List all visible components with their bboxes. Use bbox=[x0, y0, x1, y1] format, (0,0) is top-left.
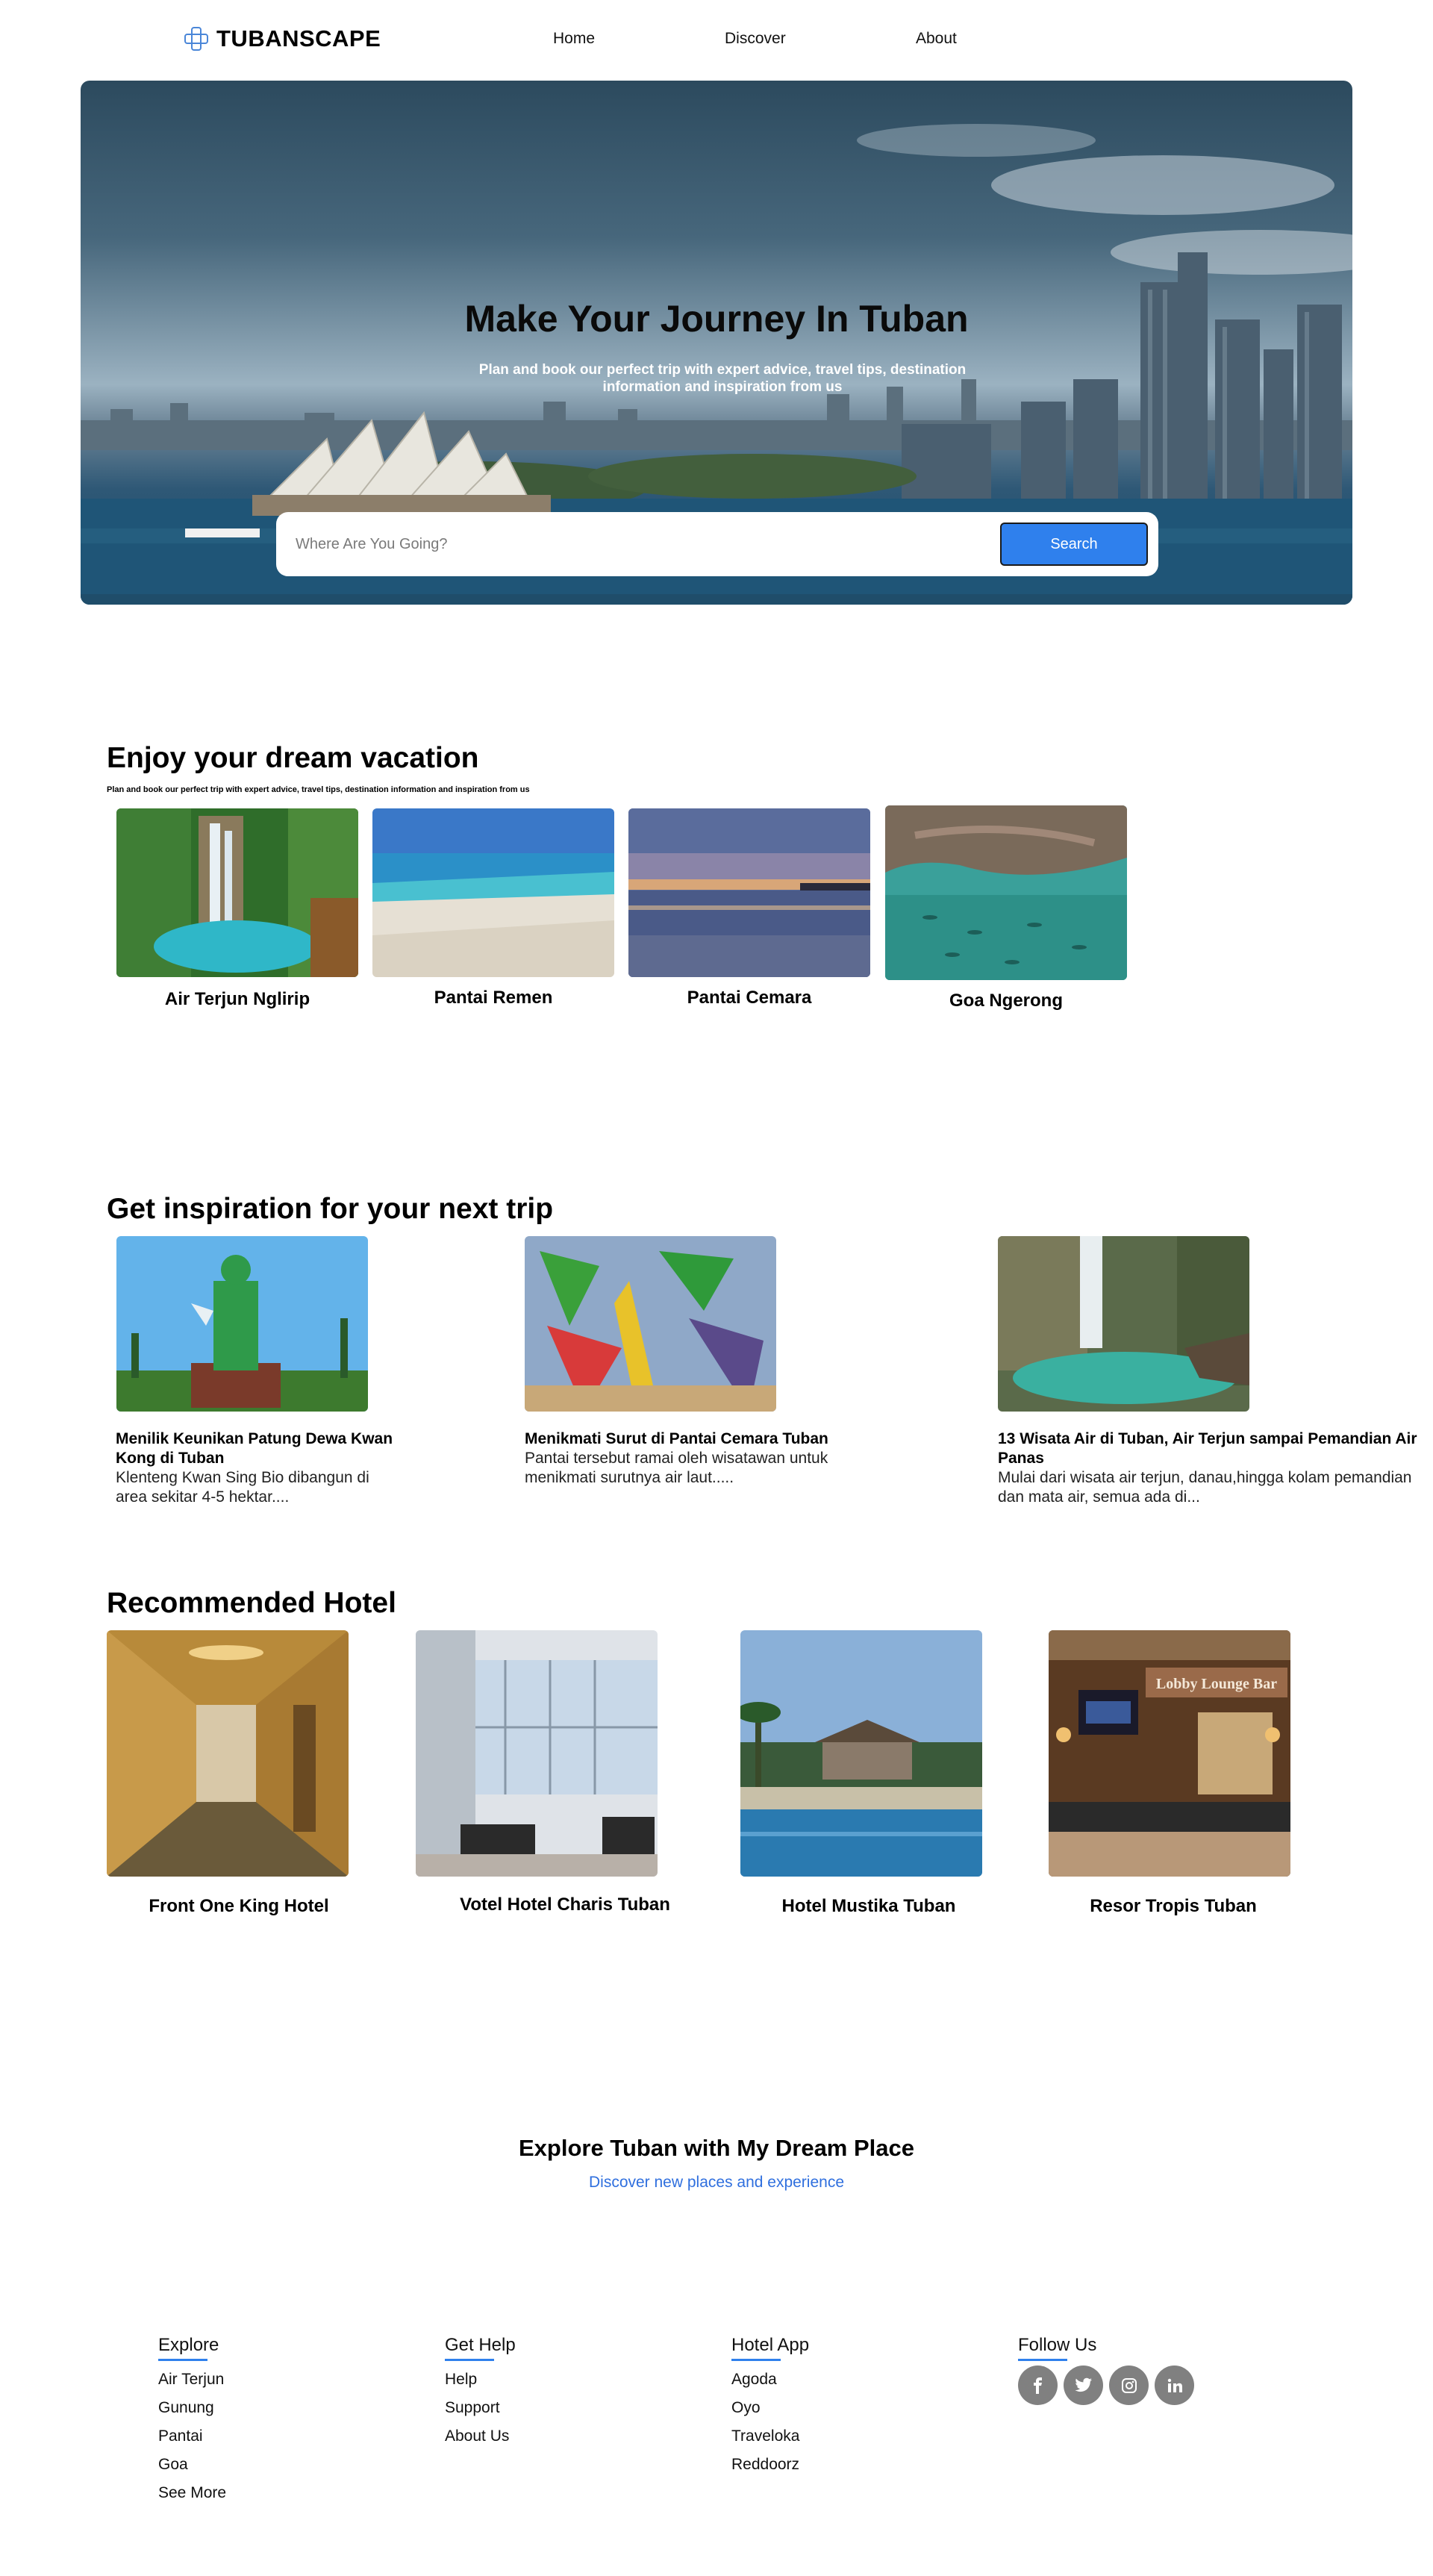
vacation-subtitle: Plan and book our perfect trip with expe… bbox=[107, 785, 530, 794]
waterfall-image bbox=[116, 808, 358, 977]
footer-link[interactable]: Traveloka bbox=[731, 2422, 809, 2451]
hotel-image-tropis[interactable]: Lobby Lounge Bar bbox=[1049, 1630, 1290, 1877]
vacation-title: Enjoy your dream vacation bbox=[107, 742, 479, 774]
hotel-corridor-image bbox=[107, 1630, 349, 1877]
footer-heading-underline bbox=[445, 2359, 494, 2361]
footer-heading-underline bbox=[731, 2359, 781, 2361]
hotel-name: Votel Hotel Charis Tuban bbox=[460, 1894, 670, 1915]
place-image-ngerong[interactable] bbox=[885, 805, 1127, 980]
place-name: Pantai Remen bbox=[434, 988, 553, 1008]
place-name: Air Terjun Nglirip bbox=[164, 989, 310, 1009]
top-nav: TUBANSCAPE Home Discover About bbox=[0, 0, 1433, 78]
footer-heading: Get Help bbox=[445, 2335, 516, 2355]
brand-name: TUBANSCAPE bbox=[216, 25, 381, 52]
article-excerpt: Klenteng Kwan Sing Bio dibangun di area … bbox=[116, 1469, 369, 1506]
hotel-name: Front One King Hotel bbox=[149, 1896, 329, 1916]
brand-icon bbox=[184, 27, 208, 51]
hotel-name: Hotel Mustika Tuban bbox=[781, 1896, 956, 1916]
twitter-icon[interactable] bbox=[1064, 2366, 1103, 2405]
facebook-icon[interactable] bbox=[1018, 2366, 1058, 2405]
explore-title: Explore Tuban with My Dream Place bbox=[518, 2135, 914, 2161]
footer-link[interactable]: Oyo bbox=[731, 2394, 809, 2422]
footer-heading: Follow Us bbox=[1018, 2335, 1097, 2355]
place-image-cemara[interactable] bbox=[628, 808, 870, 977]
footer-heading: Hotel App bbox=[731, 2335, 810, 2355]
article-excerpt: Mulai dari wisata air terjun, danau,hing… bbox=[998, 1469, 1412, 1506]
search-input[interactable] bbox=[296, 527, 952, 561]
sunset-beach-image bbox=[628, 808, 870, 977]
article-title[interactable]: Menikmati Surut di Pantai Cemara Tuban bbox=[525, 1429, 868, 1449]
lobby-bar-image: Lobby Lounge Bar bbox=[1049, 1630, 1290, 1877]
hotel-image-mustika[interactable] bbox=[740, 1630, 982, 1877]
article-title[interactable]: Menilik Keunikan Patung Dewa Kwan Kong d… bbox=[116, 1429, 414, 1468]
hero-title: Make Your Journey In Tuban bbox=[464, 298, 969, 340]
linkedin-icon[interactable] bbox=[1155, 2366, 1194, 2405]
search-bar: Search bbox=[276, 512, 1158, 576]
footer-follow-column: Follow Us bbox=[1018, 2335, 1194, 2405]
footer-link[interactable]: Support bbox=[445, 2394, 516, 2422]
hotel-image-front-one[interactable] bbox=[107, 1630, 349, 1877]
search-button[interactable]: Search bbox=[1000, 523, 1148, 566]
hotel-pool-image bbox=[740, 1630, 982, 1877]
place-image-nglirip[interactable] bbox=[116, 808, 358, 977]
footer-link[interactable]: Gunung bbox=[158, 2394, 226, 2422]
bar-sign-text: Lobby Lounge Bar bbox=[1156, 1676, 1277, 1692]
footer-link[interactable]: About Us bbox=[445, 2422, 516, 2451]
cave-lake-image bbox=[885, 805, 1127, 980]
footer-help-column: Get Help Help Support About Us bbox=[445, 2335, 516, 2451]
nav-about-link[interactable]: About bbox=[916, 30, 957, 48]
kites-image bbox=[525, 1236, 776, 1412]
footer-link[interactable]: Reddoorz bbox=[731, 2451, 809, 2479]
article-image-kwan-kong[interactable] bbox=[116, 1236, 368, 1412]
hotels-title: Recommended Hotel bbox=[107, 1587, 396, 1619]
statue-image bbox=[116, 1236, 368, 1412]
inspiration-title: Get inspiration for your next trip bbox=[107, 1193, 554, 1225]
brand-logo[interactable]: TUBANSCAPE bbox=[184, 25, 381, 52]
footer-link[interactable]: Goa bbox=[158, 2451, 226, 2479]
footer-heading-underline bbox=[158, 2359, 207, 2361]
footer-heading: Explore bbox=[158, 2335, 219, 2355]
footer-heading-underline bbox=[1018, 2359, 1067, 2361]
place-name: Pantai Cemara bbox=[687, 988, 812, 1008]
hero-banner: Make Your Journey In Tuban Plan and book… bbox=[81, 81, 1352, 605]
hero-subtitle: Plan and book our perfect trip with expe… bbox=[478, 362, 967, 395]
article-excerpt: Pantai tersebut ramai oleh wisatawan unt… bbox=[525, 1450, 828, 1486]
place-image-remen[interactable] bbox=[372, 808, 614, 977]
article-title[interactable]: 13 Wisata Air di Tuban, Air Terjun sampa… bbox=[998, 1429, 1423, 1468]
article-image-wisata-air[interactable] bbox=[998, 1236, 1249, 1412]
footer-link[interactable]: See More bbox=[158, 2479, 226, 2507]
footer-explore-column: Explore Air Terjun Gunung Pantai Goa See… bbox=[158, 2335, 226, 2507]
hotel-lobby-image bbox=[416, 1630, 658, 1877]
footer-link[interactable]: Air Terjun bbox=[158, 2366, 226, 2394]
hero-bottom-edge bbox=[81, 594, 1352, 605]
article-image-cemara[interactable] bbox=[525, 1236, 776, 1412]
social-links bbox=[1018, 2366, 1194, 2405]
hotel-name: Resor Tropis Tuban bbox=[1090, 1896, 1257, 1916]
footer-link[interactable]: Agoda bbox=[731, 2366, 809, 2394]
footer-app-column: Hotel App Agoda Oyo Traveloka Reddoorz bbox=[731, 2335, 809, 2479]
beach-image bbox=[372, 808, 614, 977]
waterfall-pool-image bbox=[998, 1236, 1249, 1412]
hotel-image-votel[interactable] bbox=[416, 1630, 658, 1877]
explore-subtitle[interactable]: Discover new places and experience bbox=[0, 2174, 1433, 2192]
nav-home-link[interactable]: Home bbox=[553, 30, 595, 48]
footer-link[interactable]: Pantai bbox=[158, 2422, 226, 2451]
instagram-icon[interactable] bbox=[1109, 2366, 1149, 2405]
footer-link[interactable]: Help bbox=[445, 2366, 516, 2394]
nav-discover-link[interactable]: Discover bbox=[725, 30, 786, 48]
place-name: Goa Ngerong bbox=[949, 991, 1063, 1011]
